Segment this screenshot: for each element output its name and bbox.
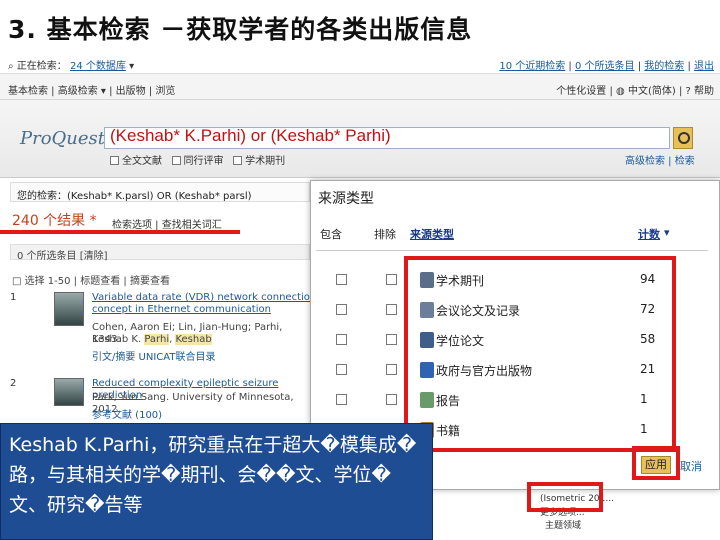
nav-publications[interactable]: 出版物 xyxy=(116,86,146,97)
result-number: 1 xyxy=(10,292,17,303)
result-actions[interactable]: 引文/摘要 UNICAT联合目录 xyxy=(92,348,215,363)
dialog-divider xyxy=(316,250,708,251)
include-checkbox[interactable] xyxy=(336,274,347,285)
selected-items-link[interactable]: 0 个所选条目 xyxy=(575,61,635,72)
result-actions[interactable]: 参考文献 (100) xyxy=(92,406,162,421)
database-count-link[interactable]: 24 个数据库 xyxy=(70,61,126,72)
sort-down-icon[interactable]: ▾ xyxy=(664,226,670,239)
nav-bar: 基本检索 | 高级检索 ▾ | 出版物 | 浏览 个性化设置 | ◍ 中文(简体… xyxy=(0,74,720,100)
more-options-highlight xyxy=(527,482,603,512)
exclude-checkbox[interactable] xyxy=(386,304,397,315)
dissertation-icon xyxy=(54,378,84,406)
result-item: 2 Reduced complexity epileptic seizure p… xyxy=(10,378,315,422)
chevron-down-icon[interactable]: ▾ xyxy=(129,61,134,72)
peer-reviewed-checkbox[interactable] xyxy=(171,156,181,165)
include-checkbox[interactable] xyxy=(336,394,347,405)
result-extra: 1343. xyxy=(92,334,121,345)
header-exclude: 排除 xyxy=(374,228,396,241)
dialog-title: 来源类型 xyxy=(318,191,374,207)
include-checkbox[interactable] xyxy=(336,304,347,315)
advanced-search-link[interactable]: 高级检索 | 检索 xyxy=(625,152,695,167)
nav-advanced-search[interactable]: 高级检索 xyxy=(58,86,98,97)
exclude-checkbox[interactable] xyxy=(386,334,397,345)
subject-area-link[interactable]: 主题领域 xyxy=(545,518,581,531)
globe-icon: ◍ xyxy=(616,86,625,97)
exclude-checkbox[interactable] xyxy=(386,274,397,285)
proquest-logo: ProQuest xyxy=(20,128,106,149)
fulltext-checkbox[interactable] xyxy=(110,156,119,165)
result-title[interactable]: Variable data rate (VDR) network connect… xyxy=(92,292,317,316)
include-checkbox[interactable] xyxy=(336,334,347,345)
scholarly-checkbox[interactable] xyxy=(233,156,243,165)
header-count[interactable]: 计数 xyxy=(638,226,660,242)
exclude-checkbox[interactable] xyxy=(386,394,397,405)
scholarly-journal-icon xyxy=(54,292,84,326)
results-toolbar[interactable]: □ 选择 1-50 | 标题查看 | 摘要查看 xyxy=(10,270,310,287)
top-bar: ⌕ 正在检索： 24 个数据库 ▾ 10 个近期检索 | 0 个所选条目 | 我… xyxy=(0,52,720,74)
dialog-header-row: 包含 排除 来源类型 计数 ▾ xyxy=(318,226,698,246)
nav-basic-search[interactable]: 基本检索 xyxy=(8,86,48,97)
nav-browse[interactable]: 浏览 xyxy=(155,86,175,97)
recent-searches-link[interactable]: 10 个近期检索 xyxy=(499,61,565,72)
slide-title: 3. 基本检索 －获取学者的各类出版信息 xyxy=(8,15,473,44)
search-filters: 全文文献 同行评审 学术期刊 xyxy=(110,152,285,167)
cancel-link[interactable]: 取消 xyxy=(680,458,702,474)
current-search-query: 您的检索：(Keshab* K.parsl) OR (Keshab* parsl… xyxy=(10,182,310,202)
include-checkbox[interactable] xyxy=(336,364,347,375)
nav-help[interactable]: 帮助 xyxy=(694,86,714,97)
my-research-link[interactable]: 我的检索 xyxy=(644,61,684,72)
nav-language[interactable]: 中文(简体) xyxy=(628,86,676,97)
result-item: 1 Variable data rate (VDR) network conne… xyxy=(10,292,317,364)
header-source-type[interactable]: 来源类型 xyxy=(410,226,454,242)
search-query-text: (Keshab* K.Parhi) or (Keshab* Parhi) xyxy=(110,126,391,145)
selected-items-bar[interactable]: 0 个所选条目 [清除] xyxy=(10,244,310,262)
search-icon: ⌕ xyxy=(8,61,14,72)
search-button[interactable] xyxy=(673,127,693,149)
result-number: 2 xyxy=(10,378,17,389)
explanation-callout: Keshab K.Parhi，研究重点在于超大�模集成�路，与其相关的学�期刊、… xyxy=(0,423,433,540)
source-list-highlight xyxy=(404,256,676,452)
logout-link[interactable]: 退出 xyxy=(694,61,714,72)
exclude-checkbox[interactable] xyxy=(386,364,397,375)
header-include: 包含 xyxy=(320,228,342,241)
searching-label: 正在检索： xyxy=(16,61,67,72)
apply-highlight xyxy=(632,446,680,480)
help-icon: ? xyxy=(685,86,691,97)
result-count: 240 个结果 * xyxy=(12,213,97,229)
result-links: 检索选项 | 查找相关词汇 xyxy=(112,220,222,231)
nav-preferences[interactable]: 个性化设置 xyxy=(556,86,606,97)
highlight-underline xyxy=(0,230,240,234)
